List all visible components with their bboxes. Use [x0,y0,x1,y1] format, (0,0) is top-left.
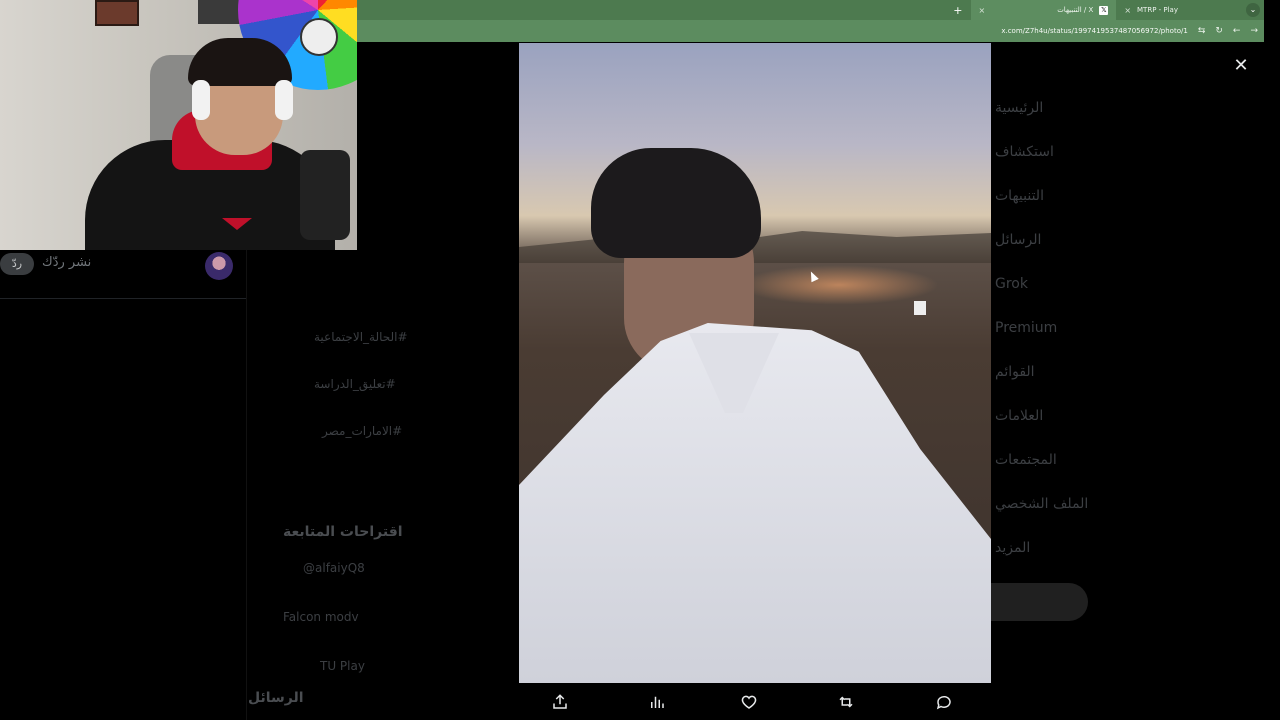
photo-light-glow [739,265,939,305]
share-button[interactable] [548,690,572,714]
reload-icon[interactable]: ↻ [1215,26,1223,36]
new-tab-button[interactable]: + [945,4,970,17]
like-button[interactable] [737,690,761,714]
photo-sign [914,301,926,315]
sidebar-item-profile: الملف الشخصي [995,496,1089,512]
sidebar-item-communities: المجتمعات [995,452,1057,468]
close-media-button[interactable]: ✕ [1229,54,1253,78]
media-photo[interactable] [519,43,991,683]
sidebar-item-explore: استكشاف [995,144,1054,160]
sidebar-item-home: الرئيسية [995,100,1044,116]
repost-button[interactable] [834,690,858,714]
reply-composer: ردّ نشر ردّك [0,250,246,299]
webcam-overlay [0,0,357,250]
chrome-edge [1264,0,1280,42]
browser-tabstrip: + × التنبيهات / X 𝕏 × MTRP - Play ⌄ [357,0,1264,20]
x-logo-icon: 𝕏 [1099,5,1109,15]
sidebar-item-grok: Grok [995,276,1028,292]
sidebar-item-more: المزيد [995,540,1031,556]
share-icon [553,694,567,709]
sidebar-item-notifications: التنبيهات [995,188,1044,204]
tab-title: التنبيهات / X [1057,6,1094,14]
tab-search-chevron-icon[interactable]: ⌄ [1246,3,1260,17]
headset-left [192,80,210,120]
sidebar-item-premium: Premium [995,320,1058,336]
close-tab-icon[interactable]: × [1124,6,1131,15]
microphone [300,150,350,240]
photo-hair [591,148,761,258]
url-text[interactable]: x.com/Z7h4u/status/1997419537487056972/p… [1001,27,1187,35]
views-button[interactable] [645,690,669,714]
site-settings-icon[interactable]: ⇆ [1198,26,1206,36]
back-arrow-icon[interactable]: ← [1233,26,1241,36]
media-action-bar [519,684,991,720]
post-button [991,583,1088,621]
browser-tab-notifications[interactable]: × التنبيهات / X 𝕏 [970,0,1117,20]
reply-button[interactable]: ردّ [0,253,34,275]
analytics-icon [651,696,664,708]
sidebar-item-bookmarks: العلامات [995,408,1044,424]
prize-wheel-center [300,18,338,56]
reply-input[interactable]: نشر ردّك [42,255,91,270]
reply-action-button[interactable] [932,690,956,714]
sidebar-item-lists: القوائم [995,364,1035,380]
tab-title: MTRP - Play [1137,6,1178,14]
repost-icon [839,696,853,708]
heart-icon [741,695,757,709]
address-bar[interactable]: x.com/Z7h4u/status/1997419537487056972/p… [357,20,1264,42]
browser-tab-mtrp[interactable]: × MTRP - Play [1116,0,1242,20]
close-tab-icon[interactable]: × [979,6,986,15]
wall-frame [95,0,139,26]
sidebar-item-messages: الرسائل [995,232,1042,248]
forward-arrow-icon[interactable]: → [1250,26,1258,36]
comment-icon [936,695,951,710]
user-avatar [205,252,233,280]
headset-right [275,80,293,120]
